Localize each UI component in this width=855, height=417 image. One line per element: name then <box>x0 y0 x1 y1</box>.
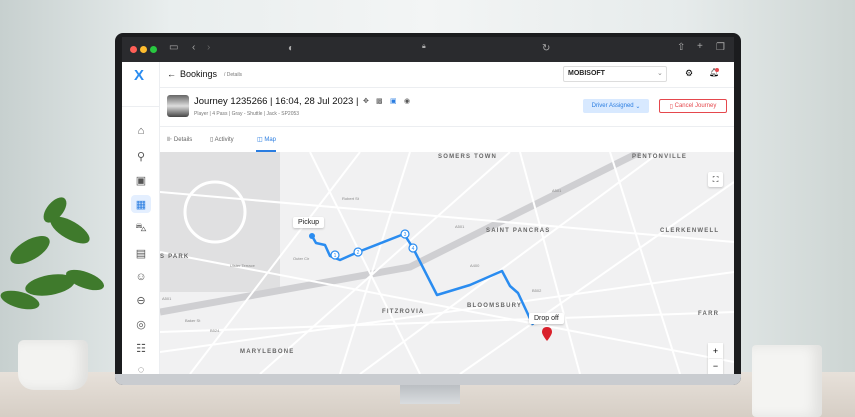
maximize-window-button[interactable] <box>150 46 157 53</box>
dropoff-label: Drop off <box>529 313 564 324</box>
share-icon[interactable]: ⇧ <box>677 42 685 53</box>
area-label: CLERKENWELL <box>660 228 720 234</box>
sidebar-calendar-icon[interactable]: ▦ <box>131 195 151 213</box>
new-tab-icon[interactable]: + <box>697 41 703 52</box>
app-logo: X <box>134 67 145 84</box>
sidebar-globe-icon[interactable]: ◎ <box>131 315 151 333</box>
browser-toolbar: ▭ ‹ › ◐ 🔒︎ ↻ ⇧ + ❐ <box>122 37 734 62</box>
road-label: Ulster Terrace <box>230 263 256 268</box>
vehicle-thumbnail <box>167 95 189 117</box>
sidebar-bus-icon[interactable]: ▤ <box>131 244 151 262</box>
pickup-point-icon[interactable] <box>309 233 315 239</box>
forward-icon[interactable]: › <box>207 42 210 53</box>
tab-activity[interactable]: ▯ Activity <box>210 136 234 143</box>
tab-details[interactable]: ⊪ Details <box>167 136 192 143</box>
road-label: B524 <box>210 328 220 333</box>
road-label: A400 <box>470 263 480 268</box>
road-label: A501 <box>552 188 562 193</box>
zoom-in-button[interactable]: + <box>708 343 723 358</box>
monitor-stand <box>400 384 460 404</box>
tabs-overview-icon[interactable]: ❐ <box>716 42 725 53</box>
back-arrow-icon[interactable]: ← <box>167 69 176 79</box>
trash-icon: ▯ <box>669 103 673 110</box>
stop-4-label: 4 <box>412 246 415 252</box>
chevron-down-icon: ⌄ <box>657 70 663 77</box>
back-icon[interactable]: ‹ <box>192 42 195 53</box>
cancel-label: Cancel Journey <box>674 103 717 109</box>
stop-2-label: 2 <box>357 250 360 256</box>
gearbox-icon[interactable]: ✥ <box>363 97 369 105</box>
monitor-chin <box>115 374 741 385</box>
tab-map[interactable]: ◫ Map <box>257 136 276 143</box>
status-dropdown[interactable]: Driver Assigned ⌄ <box>583 99 649 113</box>
area-label: SAINT PANCRAS <box>486 228 551 234</box>
notification-badge <box>715 68 719 72</box>
sidebar-car-side-icon[interactable]: ⊖ <box>131 291 151 309</box>
fullscreen-button[interactable]: ⛶ <box>708 172 723 187</box>
zoom-out-button[interactable]: − <box>708 358 723 373</box>
journey-subtitle: Player | 4 Pass | Gray - Shuttle | Jack … <box>194 111 300 117</box>
breadcrumb: / Details <box>224 72 243 78</box>
eye-icon[interactable]: ◉ <box>404 97 410 105</box>
seat-icon[interactable]: ▩ <box>376 97 383 105</box>
cancel-journey-button[interactable]: ▯ Cancel Journey <box>659 99 727 113</box>
company-logo: MOBISOFT <box>568 70 605 77</box>
pickup-label: Pickup <box>293 217 325 228</box>
map-view[interactable]: 1234 A501 A501 A501 Robert St Outer Cir … <box>160 152 734 374</box>
sidebar-user-icon[interactable]: ☺ <box>131 268 151 286</box>
road-label: Robert St <box>342 196 360 201</box>
area-label: SOMERS TOWN <box>438 154 498 160</box>
stop-1-label: 1 <box>334 253 337 259</box>
map-canvas: 1 234 A501 A501 A501 Robert St Outer Cir … <box>160 152 734 374</box>
sidebar-home-icon[interactable]: ⌂ <box>131 122 151 140</box>
road-label: A501 <box>162 296 172 301</box>
lock-icon: 🔒︎ <box>422 43 426 50</box>
journey-title: Journey 1235266 | 16:04, 28 Jul 2023 | <box>194 96 359 107</box>
close-window-button[interactable] <box>130 46 137 53</box>
dropoff-marker-icon[interactable] <box>542 327 552 341</box>
sidebar-bike-icon[interactable]: ⚲ <box>131 147 151 165</box>
reload-icon[interactable]: ↻ <box>542 43 550 54</box>
minimize-window-button[interactable] <box>140 46 147 53</box>
app-window: X ⌂ ⚲ ▣ ▦ ⛍ ▤ ☺ ⊖ ◎ ☷ ◌ ← Bookings / Det… <box>122 62 734 374</box>
gear-icon[interactable]: ⚙ <box>685 68 693 79</box>
area-label: BLOOMSBURY <box>467 303 523 309</box>
top-bar: ← Bookings / Details MOBISOFT ⌄ ⚙ 🔔︎ <box>160 62 734 88</box>
sidebar: X ⌂ ⚲ ▣ ▦ ⛍ ▤ ☺ ⊖ ◎ ☷ ◌ <box>122 62 160 374</box>
sidebar-toggle-icon[interactable]: ▭ <box>169 42 178 53</box>
sidebar-help-icon[interactable]: ◌ <box>131 361 151 374</box>
sidebar-document-icon[interactable]: ▣ <box>131 171 151 189</box>
area-label: FARR <box>698 311 720 317</box>
stop-3-label: 3 <box>404 232 407 238</box>
vehicle-icon[interactable]: ▣ <box>390 97 397 105</box>
road-label: Outer Cir <box>293 256 310 261</box>
road-label: B502 <box>532 288 542 293</box>
road-label: A501 <box>455 224 465 229</box>
page-title: Bookings <box>180 69 218 79</box>
sidebar-car-icon[interactable]: ⛍ <box>131 220 151 238</box>
plant-pot <box>18 340 88 390</box>
area-label: PENTONVILLE <box>632 154 688 160</box>
area-label: FITZROVIA <box>382 309 425 315</box>
status-label: Driver Assigned <box>591 103 634 109</box>
road-label: Baker St <box>185 318 201 323</box>
sidebar-sliders-icon[interactable]: ☷ <box>131 339 151 357</box>
area-label: MARYLEBONE <box>240 349 295 355</box>
area-label: S PARK <box>160 254 190 260</box>
shield-icon[interactable]: ◐ <box>288 43 294 54</box>
company-select[interactable]: MOBISOFT ⌄ <box>563 66 667 82</box>
zoom-controls: + − <box>708 343 723 374</box>
pen-holder <box>752 345 822 417</box>
plant-decoration <box>0 197 104 310</box>
